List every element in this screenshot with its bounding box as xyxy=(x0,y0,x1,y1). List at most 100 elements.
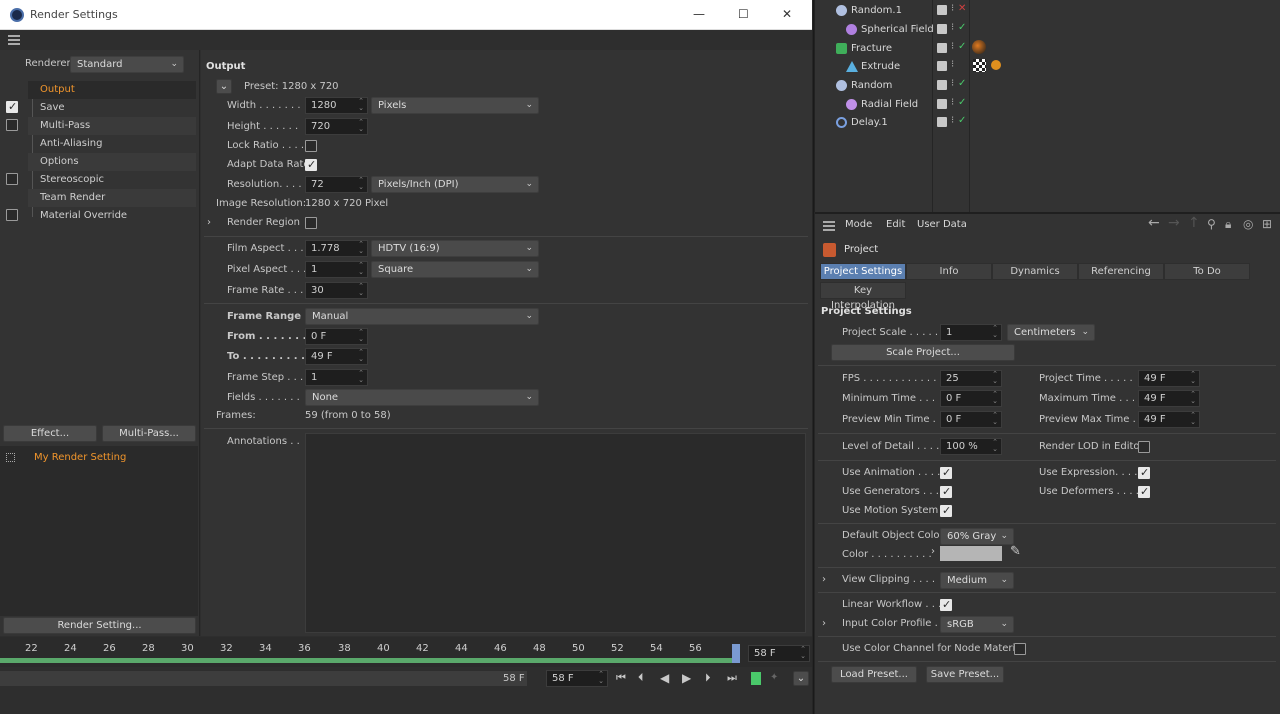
my-render-setting[interactable]: My Render Setting xyxy=(34,451,126,465)
settings-item-output[interactable]: Output xyxy=(40,81,75,99)
multipass-button[interactable]: Multi-Pass... xyxy=(102,425,196,442)
record-icon[interactable] xyxy=(751,672,761,685)
to-field[interactable]: 49 F ⌃ ⌄ xyxy=(305,348,368,365)
adapt-data-rate-checkbox[interactable] xyxy=(305,158,317,171)
enabled-icon[interactable]: ✓ xyxy=(958,40,966,54)
multipass-checkbox[interactable] xyxy=(6,119,18,131)
settings-item-stereoscopic[interactable]: Stereoscopic xyxy=(40,171,104,189)
width-unit-dropdown[interactable]: Pixels ⌄ xyxy=(371,97,539,114)
current-frame-field[interactable]: 58 F ⌃ ⌄ xyxy=(748,645,810,662)
settings-item-teamrender[interactable]: Team Render xyxy=(40,189,105,207)
up-arrow-icon[interactable]: ↑ xyxy=(1188,216,1200,230)
pixel-aspect-field[interactable]: 1 ⌃ ⌄ xyxy=(305,261,368,278)
default-object-color-dropdown[interactable]: 60% Gray ⌄ xyxy=(940,528,1014,545)
renderer-dropdown[interactable]: Standard ⌄ xyxy=(70,56,184,73)
film-aspect-dropdown[interactable]: HDTV (16:9) ⌄ xyxy=(371,240,539,257)
menu-icon[interactable] xyxy=(8,35,20,45)
maximize-button[interactable]: ☐ xyxy=(738,7,749,21)
fps-field[interactable]: 25 ⌃ ⌄ xyxy=(940,370,1002,387)
next-key-icon[interactable]: ⏵ xyxy=(705,671,711,685)
tab-dynamics[interactable]: Dynamics xyxy=(992,263,1078,280)
use-animation-checkbox[interactable] xyxy=(940,466,952,479)
from-field[interactable]: 0 F ⌃ ⌄ xyxy=(305,328,368,345)
film-aspect-field[interactable]: 1.778 ⌃ ⌄ xyxy=(305,240,368,257)
lock-icon[interactable]: 🔒︎ xyxy=(1225,217,1231,231)
lock-ratio-checkbox[interactable] xyxy=(305,140,317,152)
settings-item-multipass[interactable]: Multi-Pass xyxy=(40,117,90,135)
timeline-scrollbar[interactable] xyxy=(0,671,527,686)
tab-project-settings[interactable]: Project Settings xyxy=(820,263,906,280)
frame-input[interactable]: 58 F ⌃ ⌄ xyxy=(546,670,608,687)
go-to-start-icon[interactable]: ⏮ xyxy=(616,671,626,685)
settings-item-options[interactable]: Options xyxy=(40,153,79,171)
prev-key-icon[interactable]: ⏴ xyxy=(638,671,644,685)
enabled-icon[interactable]: ✓ xyxy=(958,96,966,110)
object-extrude[interactable]: Extrude xyxy=(861,60,900,74)
target-icon[interactable]: ◎ xyxy=(1243,217,1253,231)
use-expression-checkbox[interactable] xyxy=(1138,466,1150,479)
resolution-unit-dropdown[interactable]: Pixels/Inch (DPI) ⌄ xyxy=(371,176,539,193)
attr-menu-icon[interactable] xyxy=(823,221,835,231)
view-clipping-dropdown[interactable]: Medium ⌄ xyxy=(940,572,1014,589)
save-preset-button[interactable]: Save Preset... xyxy=(926,666,1004,683)
input-color-profile-dropdown[interactable]: sRGB ⌄ xyxy=(940,616,1014,633)
settings-item-materialoverride[interactable]: Material Override xyxy=(40,207,127,225)
save-checkbox[interactable] xyxy=(6,100,18,113)
settings-item-save[interactable]: Save xyxy=(40,99,65,117)
level-of-detail-field[interactable]: 100 % ⌃ ⌄ xyxy=(940,438,1002,455)
preview-max-time-field[interactable]: 49 F ⌃ ⌄ xyxy=(1138,411,1200,428)
stereoscopic-checkbox[interactable] xyxy=(6,173,18,185)
maximum-time-field[interactable]: 49 F ⌃ ⌄ xyxy=(1138,390,1200,407)
object-delay1[interactable]: Delay.1 xyxy=(851,116,888,130)
checker-tag-icon[interactable] xyxy=(973,59,986,72)
settings-item-antialiasing[interactable]: Anti-Aliasing xyxy=(40,135,102,153)
tab-info[interactable]: Info xyxy=(906,263,992,280)
playhead[interactable] xyxy=(732,644,740,663)
forward-arrow-icon[interactable]: → xyxy=(1168,216,1180,230)
input-color-profile-expand-icon[interactable]: › xyxy=(822,617,826,631)
annotations-textarea[interactable] xyxy=(305,433,806,633)
resolution-field[interactable]: 72 ⌃ ⌄ xyxy=(305,176,368,193)
timeline-options-button[interactable]: ⌄ xyxy=(793,671,809,686)
go-to-end-icon[interactable]: ⏭ xyxy=(727,671,737,685)
render-region-expand-icon[interactable]: › xyxy=(207,216,211,230)
object-spherical-field[interactable]: Spherical Field xyxy=(861,23,934,37)
load-preset-button[interactable]: Load Preset... xyxy=(831,666,917,683)
menu-mode[interactable]: Mode xyxy=(845,218,872,232)
use-motion-system-checkbox[interactable] xyxy=(940,504,952,517)
object-random[interactable]: Random xyxy=(851,79,892,93)
new-panel-icon[interactable]: ⊞ xyxy=(1262,217,1272,231)
frame-step-field[interactable]: 1 ⌃ ⌄ xyxy=(305,369,368,386)
view-clipping-expand-icon[interactable]: › xyxy=(822,573,826,587)
tab-todo[interactable]: To Do xyxy=(1164,263,1250,280)
node-material-checkbox[interactable] xyxy=(1014,643,1026,655)
use-deformers-checkbox[interactable] xyxy=(1138,485,1150,498)
render-setting-button[interactable]: Render Setting... xyxy=(3,617,196,634)
frame-range-dropdown[interactable]: Manual ⌄ xyxy=(305,308,539,325)
color-expand-icon[interactable]: › xyxy=(931,545,935,559)
search-icon[interactable]: ⚲ xyxy=(1207,217,1216,231)
materialoverride-checkbox[interactable] xyxy=(6,209,18,221)
back-arrow-icon[interactable]: ← xyxy=(1148,216,1160,230)
height-field[interactable]: 720 ⌃ ⌄ xyxy=(305,118,368,135)
scale-project-button[interactable]: Scale Project... xyxy=(831,344,1015,361)
autokey-icon[interactable]: ✦ xyxy=(770,671,778,685)
linear-workflow-checkbox[interactable] xyxy=(940,598,952,611)
play-icon[interactable]: ▶ xyxy=(682,671,691,685)
tab-key-interpolation[interactable]: Key Interpolation xyxy=(820,282,906,311)
menu-edit[interactable]: Edit xyxy=(886,218,905,232)
close-button[interactable]: ✕ xyxy=(782,7,792,21)
color-swatch[interactable] xyxy=(940,546,1002,561)
project-time-field[interactable]: 49 F ⌃ ⌄ xyxy=(1138,370,1200,387)
frame-rate-field[interactable]: 30 ⌃ ⌄ xyxy=(305,282,368,299)
enabled-icon[interactable]: ✓ xyxy=(958,77,966,91)
project-scale-field[interactable]: 1 ⌃ ⌄ xyxy=(940,324,1002,341)
tab-referencing[interactable]: Referencing xyxy=(1078,263,1164,280)
play-backward-icon[interactable]: ◀ xyxy=(660,671,669,685)
scale-unit-dropdown[interactable]: Centimeters ⌄ xyxy=(1007,324,1095,341)
fields-dropdown[interactable]: None ⌄ xyxy=(305,389,539,406)
object-radial-field[interactable]: Radial Field xyxy=(861,98,918,112)
enabled-icon[interactable]: ✓ xyxy=(958,114,966,128)
minimum-time-field[interactable]: 0 F ⌃ ⌄ xyxy=(940,390,1002,407)
effect-button[interactable]: Effect... xyxy=(3,425,97,442)
